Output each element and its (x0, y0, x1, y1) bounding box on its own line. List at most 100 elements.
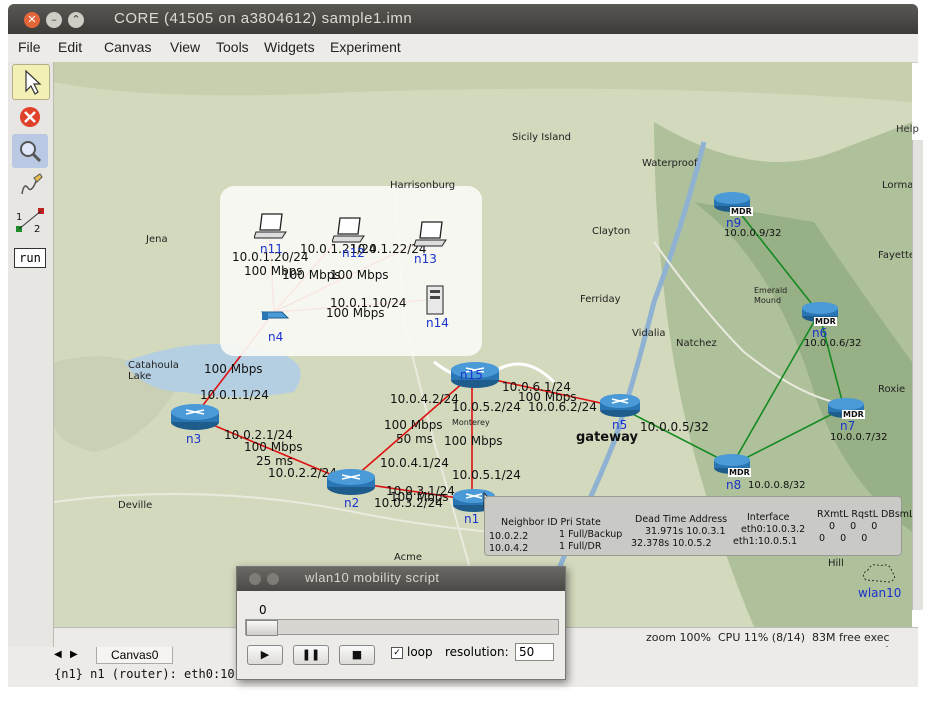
play-button[interactable]: ▶ (247, 645, 283, 665)
command-line[interactable]: {n1} n1 (router): eth0:10 (54, 667, 235, 681)
place-acme: Acme (394, 552, 423, 563)
tab-canvas0[interactable]: Canvas0 (96, 647, 174, 664)
minimize-window-button[interactable]: – (46, 12, 62, 28)
place-catahoula-lake: Catahoula Lake (128, 360, 179, 382)
network-canvas[interactable]: Sicily Island Waterproof Harrisonburg Je… (54, 62, 912, 627)
two-node-icon: 12 (16, 208, 44, 235)
dialog-minimize-button[interactable] (267, 573, 279, 585)
magnifier-icon (20, 141, 42, 163)
close-window-button[interactable]: ✕ (24, 12, 40, 28)
stop-square-icon: ■ (351, 648, 363, 661)
stop-tool-button[interactable] (12, 100, 48, 134)
stop-icon (20, 107, 40, 127)
place-lorman: Lorman (882, 180, 912, 191)
resolution-field[interactable]: 50 (515, 643, 554, 661)
node-label-n15: n15 (460, 368, 483, 382)
menu-bar: File Edit Canvas View Tools Widgets Expe… (8, 34, 918, 63)
place-deville: Deville (118, 500, 153, 511)
maximize-window-button[interactable]: ⌃ (68, 12, 84, 28)
menu-file[interactable]: File (18, 39, 41, 55)
time-slider-track[interactable] (245, 619, 559, 636)
dialog-close-button[interactable] (249, 573, 261, 585)
node-label-n3: n3 (186, 432, 202, 446)
ospf-header-rx: RXmtL RqstL DBsmL (817, 509, 912, 520)
mdr-badge: MDR (728, 468, 751, 477)
place-ferriday: Ferriday (580, 294, 621, 305)
node-label-n12: n12 (342, 246, 365, 260)
laptop-icon[interactable] (332, 214, 368, 244)
ospf-r2-dead: 32.378s 10.0.5.2 (631, 538, 712, 549)
menu-view[interactable]: View (170, 39, 200, 55)
time-slider-handle[interactable] (246, 620, 278, 636)
laptop-icon[interactable] (414, 218, 450, 248)
menu-canvas[interactable]: Canvas (104, 39, 151, 55)
node-label-n14: n14 (426, 316, 449, 330)
select-tool-button[interactable] (12, 64, 50, 100)
ospf-r1-rx: 0 0 0 (829, 521, 878, 532)
pencil-icon (21, 173, 43, 195)
link-label: 100 Mbps (444, 434, 503, 448)
cpu-status: CPU 11% (8/14) (718, 631, 806, 644)
link-label: 10.0.4.1/24 (380, 456, 449, 470)
core-window: ✕ – ⌃ CORE (41505 on a3804612) sample1.i… (0, 0, 942, 710)
wlan-cloud-icon[interactable] (860, 562, 896, 586)
router-icon[interactable] (598, 392, 642, 420)
link-label: 10.0.4.2/24 (390, 392, 459, 406)
menu-edit[interactable]: Edit (58, 39, 82, 55)
ospf-r1-dead: 31.971s 10.0.3.1 (645, 526, 726, 537)
link-label: 100 Mbps (204, 362, 263, 376)
place-emerald-mound: Emerald Mound (754, 286, 788, 305)
link-label: 10.0.5.1/24 (452, 468, 521, 482)
laptop-icon[interactable] (254, 210, 290, 240)
place-sicily-island: Sicily Island (512, 132, 572, 143)
loop-checkbox[interactable]: ✓ (391, 647, 403, 659)
draw-tool-button[interactable] (12, 168, 48, 202)
zoom-tool-button[interactable] (12, 134, 48, 168)
place-clayton: Clayton (592, 226, 631, 237)
node-label-n11: n11 (260, 242, 283, 256)
ospf-header-neighbor: Neighbor ID Pri State (501, 517, 601, 528)
stop-button[interactable]: ■ (339, 645, 375, 665)
ospf-r2-state: 1 Full/DR (559, 541, 602, 552)
menu-experiment[interactable]: Experiment (330, 39, 401, 55)
node-label-n13: n13 (414, 252, 437, 266)
tab-next-arrow-icon[interactable]: ▶ (70, 649, 78, 660)
node-label-n7: n7 (840, 419, 856, 433)
pause-button[interactable]: ❚❚ (293, 645, 329, 665)
router-icon[interactable] (326, 467, 376, 497)
link-label: 100 Mbps (244, 440, 303, 454)
tab-prev-arrow-icon[interactable]: ◀ (54, 649, 62, 660)
node-label-n9: n9 (726, 216, 742, 230)
vertical-scrollbar[interactable] (912, 140, 923, 610)
mobility-script-dialog: wlan10 mobility script 0 ▶ ❚❚ ■ ✓ loop r… (236, 566, 566, 680)
link-label: 10.0.3.2/24 (374, 496, 443, 510)
link-label: 100 Mbps (384, 418, 443, 432)
switch-icon[interactable] (258, 306, 290, 326)
ospf-neighbor-widget: Neighbor ID Pri State Dead Time Address … (484, 496, 912, 556)
node-label-n8: n8 (726, 478, 742, 492)
run-tool-button[interactable]: run (12, 242, 48, 276)
two-node-tool-button[interactable]: 12 (12, 204, 48, 238)
place-waterproof: Waterproof (642, 158, 698, 169)
node-label-n1: n1 (464, 512, 480, 526)
dialog-title-bar: wlan10 mobility script (237, 567, 565, 591)
menu-tools[interactable]: Tools (216, 39, 249, 55)
node-label-n4: n4 (268, 330, 284, 344)
menu-widgets[interactable]: Widgets (264, 39, 315, 55)
ospf-r2-id: 10.0.4.2 (489, 543, 529, 554)
link-label: 100 Mbps (326, 306, 385, 320)
router-icon[interactable] (170, 402, 220, 432)
node-label-n2: n2 (344, 496, 360, 510)
link-label: 50 ms (396, 432, 434, 446)
ospf-header-interface: Interface (747, 512, 790, 523)
help-menu[interactable]: Help (896, 124, 919, 135)
tool-palette: 12 run (8, 62, 54, 662)
gateway-label: gateway (576, 430, 638, 445)
ospf-r1-iface: eth0:10.0.3.2 (741, 524, 806, 535)
link-label: 100 Mbps (330, 268, 389, 282)
place-jena: Jena (146, 234, 168, 245)
server-icon[interactable] (424, 284, 448, 318)
run-icon: run (14, 248, 46, 268)
place-natchez: Natchez (676, 338, 717, 349)
resolution-label: resolution: (445, 645, 509, 659)
